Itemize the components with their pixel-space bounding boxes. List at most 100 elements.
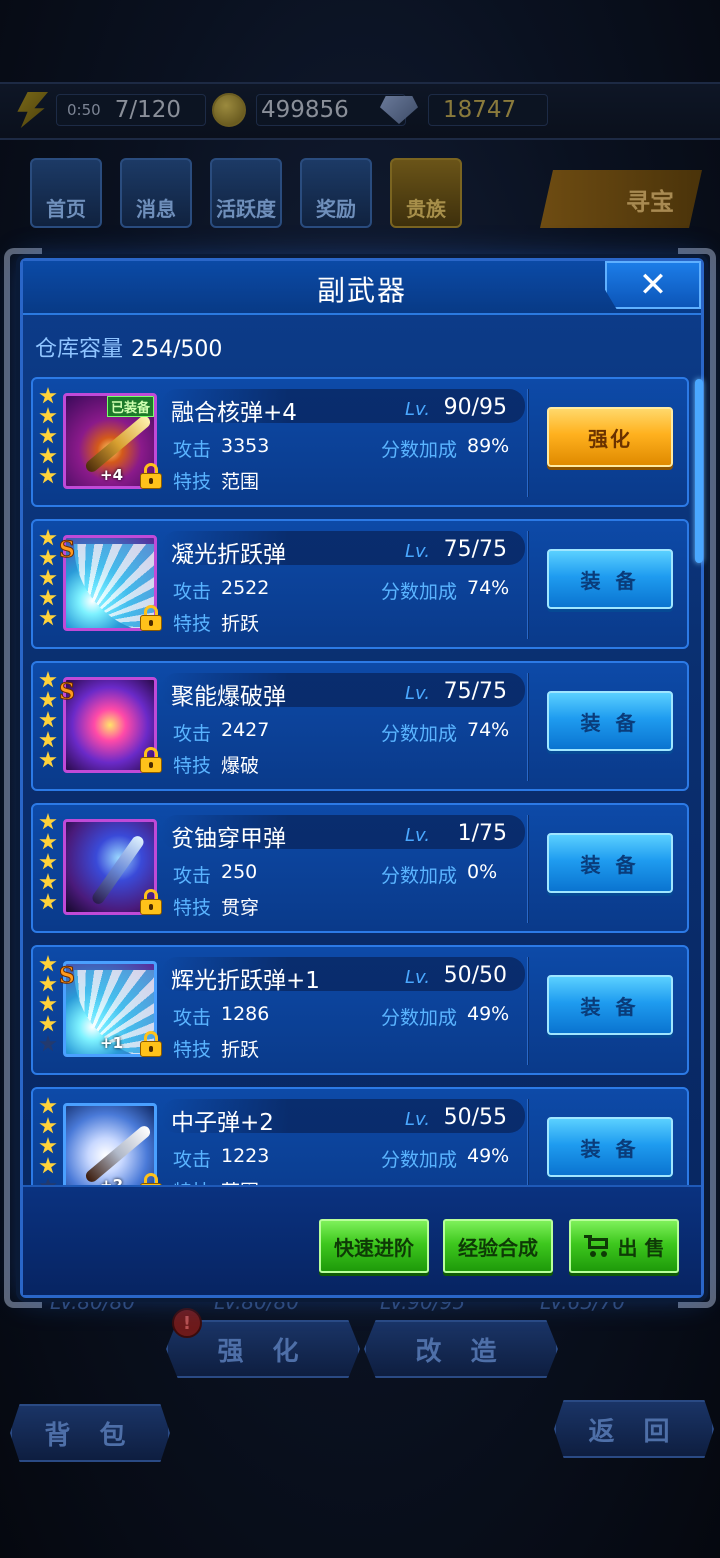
star-icon [39, 407, 57, 424]
modify-button[interactable]: 改 造 [364, 1320, 558, 1378]
energy-value: 7/120 [114, 97, 181, 123]
energy-timer: 0:50 [67, 101, 101, 119]
weapon-card[interactable]: S 聚能爆破弹 Lv. 75/75 攻击 2427 分数加成 74% 特技 爆破… [31, 661, 689, 791]
attack-value: 1223 [221, 1145, 270, 1167]
score-bonus-value: 74% [467, 719, 510, 741]
weapon-name: 融合核弹+4 [171, 400, 297, 426]
nav-rewards-button[interactable]: 奖励 [300, 158, 372, 228]
back-label: 返 回 [588, 1416, 680, 1447]
nav-activity-button[interactable]: 活跃度 [210, 158, 282, 228]
weapon-list[interactable]: 已装备 +4 融合核弹+4 Lv. 90/95 攻击 3353 分数加成 89%… [31, 375, 695, 1187]
sell-button[interactable]: 出 售 [569, 1219, 679, 1273]
weapon-card[interactable]: S 凝光折跃弹 Lv. 75/75 攻击 2522 分数加成 74% 特技 折跃… [31, 519, 689, 649]
backpack-label: 背 包 [44, 1420, 136, 1451]
equip-button[interactable]: 装 备 [547, 833, 673, 893]
weapon-name: 凝光折跃弹 [171, 542, 286, 568]
star-icon [39, 975, 57, 992]
list-scrollbar[interactable] [695, 379, 703, 563]
quick-advance-button[interactable]: 快速进阶 [319, 1219, 429, 1273]
equip-button[interactable]: 装 备 [547, 975, 673, 1035]
energy-counter: 0:50 7/120 [14, 92, 206, 128]
score-bonus-value: 89% [467, 435, 510, 457]
star-icon [39, 995, 57, 1012]
enhance-label: 强 化 [217, 1336, 309, 1367]
weapon-level: 75/75 [443, 537, 507, 562]
coin-icon [212, 93, 246, 127]
attack-value: 2522 [221, 577, 270, 599]
skill-label: 特技 [173, 613, 212, 635]
score-bonus-value: 49% [467, 1145, 510, 1167]
score-bonus-label: 分数加成 [381, 1149, 458, 1171]
weapon-name: 辉光折跃弹+1 [171, 968, 320, 994]
treasure-hunt-button[interactable]: 寻宝 [540, 170, 702, 228]
star-icon [39, 609, 57, 626]
dialog-footer: 快速进阶 经验合成 出 售 [23, 1185, 701, 1295]
rank-badge: S [59, 963, 76, 990]
star-rating [39, 955, 59, 1053]
star-icon [39, 893, 57, 910]
attack-label: 攻击 [173, 439, 212, 461]
level-label: Lv. [405, 399, 430, 420]
attack-label: 攻击 [173, 1007, 212, 1029]
star-icon [39, 813, 57, 830]
skill-value: 折跃 [221, 1039, 260, 1061]
gold-value: 499856 [261, 97, 349, 123]
star-rating [39, 813, 59, 911]
weapon-card[interactable]: +2 中子弹+2 Lv. 50/55 攻击 1223 分数加成 49% 特技 范… [31, 1087, 689, 1187]
equip-label: 装 备 [580, 568, 640, 593]
score-bonus-label: 分数加成 [381, 1007, 458, 1029]
weapon-level: 50/50 [443, 963, 507, 988]
backpack-button[interactable]: 背 包 [10, 1404, 170, 1462]
nav-vip-button[interactable]: 贵族 [390, 158, 462, 228]
upgrade-label: 强化 [588, 426, 632, 451]
star-rating [39, 529, 59, 627]
weapon-level: 50/55 [443, 1105, 507, 1130]
score-bonus-label: 分数加成 [381, 581, 458, 603]
star-icon [39, 1097, 57, 1114]
exp-synthesis-button[interactable]: 经验合成 [443, 1219, 553, 1273]
nav-messages-button[interactable]: 消息 [120, 158, 192, 228]
weapon-card[interactable]: 贫铀穿甲弹 Lv. 1/75 攻击 250 分数加成 0% 特技 贯穿 装 备 [31, 803, 689, 933]
equipped-tag: 已装备 [106, 396, 154, 417]
capacity-value: 254/500 [131, 337, 223, 362]
close-button[interactable]: ✕ [605, 261, 701, 309]
equip-button[interactable]: 装 备 [547, 1117, 673, 1177]
star-icon [39, 1137, 57, 1154]
lock-icon[interactable] [139, 463, 163, 489]
equip-button[interactable]: 装 备 [547, 691, 673, 751]
skill-label: 特技 [173, 471, 212, 493]
level-label: Lv. [405, 825, 430, 846]
upgrade-button[interactable]: 强化 [547, 407, 673, 467]
equip-button[interactable]: 装 备 [547, 549, 673, 609]
nav-home-label: 首页 [46, 197, 86, 221]
lightning-icon [17, 92, 48, 128]
weapon-level: 90/95 [443, 395, 507, 420]
modify-label: 改 造 [415, 1336, 507, 1367]
attack-label: 攻击 [173, 865, 212, 887]
cart-icon [583, 1235, 610, 1257]
lock-icon[interactable] [139, 747, 163, 773]
attack-label: 攻击 [173, 723, 212, 745]
lock-icon[interactable] [139, 889, 163, 915]
weapon-card[interactable]: +1 S 辉光折跃弹+1 Lv. 50/50 攻击 1286 分数加成 49% … [31, 945, 689, 1075]
plus-level: +1 [100, 1034, 124, 1052]
treasure-hunt-label: 寻宝 [626, 187, 674, 216]
lock-icon[interactable] [139, 1031, 163, 1057]
weapon-card[interactable]: 已装备 +4 融合核弹+4 Lv. 90/95 攻击 3353 分数加成 89%… [31, 377, 689, 507]
equip-label: 装 备 [580, 710, 640, 735]
weapon-name: 中子弹+2 [171, 1110, 274, 1136]
star-icon [39, 853, 57, 870]
storage-capacity: 仓库容量 254/500 [35, 331, 222, 363]
equip-label: 装 备 [580, 852, 640, 877]
nav-home-button[interactable]: 首页 [30, 158, 102, 228]
score-bonus-label: 分数加成 [381, 723, 458, 745]
back-button[interactable]: 返 回 [554, 1400, 714, 1458]
quick-advance-label: 快速进阶 [334, 1235, 414, 1260]
star-icon [39, 447, 57, 464]
score-bonus-value: 74% [467, 577, 510, 599]
weapon-name: 聚能爆破弹 [171, 684, 286, 710]
star-icon [39, 691, 57, 708]
skill-label: 特技 [173, 755, 212, 777]
lock-icon[interactable] [139, 605, 163, 631]
level-label: Lv. [405, 541, 430, 562]
